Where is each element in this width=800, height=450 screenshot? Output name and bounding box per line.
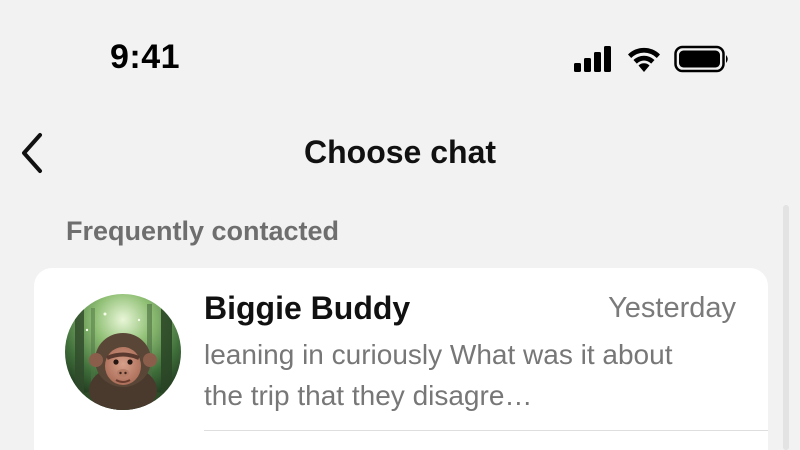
scrollbar[interactable] (783, 205, 789, 450)
chat-list-card: Biggie Buddy Yesterday leaning in curiou… (34, 268, 768, 450)
battery-icon (674, 45, 730, 73)
chat-name: Biggie Buddy (204, 290, 411, 326)
cellular-signal-icon (574, 46, 614, 72)
section-label-frequently-contacted: Frequently contacted (66, 216, 340, 246)
choose-chat-screen: 9:41 Choose chat Frequently contacted Bi… (0, 0, 800, 450)
divider (204, 430, 768, 431)
status-time: 9:41 (110, 38, 181, 76)
chat-preview: leaning in curiously What was it about t… (204, 339, 673, 411)
status-icons (574, 44, 730, 74)
chat-row-biggie-buddy[interactable]: Biggie Buddy Yesterday leaning in curiou… (34, 268, 768, 430)
chat-timestamp: Yesterday (608, 292, 736, 324)
monkey-avatar (65, 294, 181, 410)
page-title: Choose chat (303, 134, 497, 170)
wifi-icon (626, 45, 662, 73)
